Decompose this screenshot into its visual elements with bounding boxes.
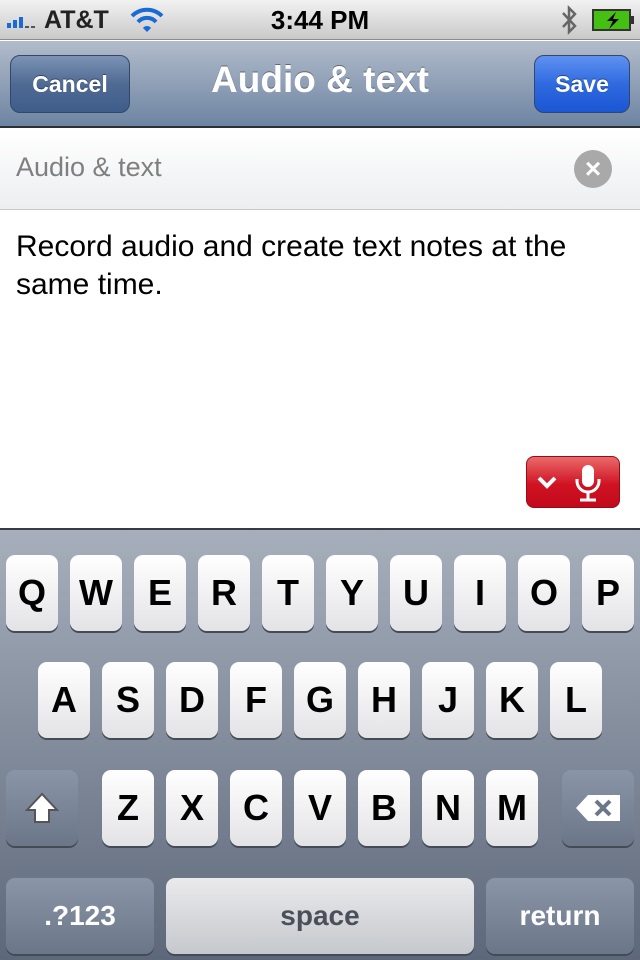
key-k[interactable]: K [486,662,538,738]
navigation-bar: Cancel Audio & text Save [0,41,640,128]
key-z[interactable]: Z [102,770,154,846]
shift-key[interactable] [6,770,78,846]
key-c[interactable]: C [230,770,282,846]
battery-charging-icon [592,9,634,31]
save-button[interactable]: Save [534,55,630,113]
wifi-icon [130,7,164,32]
key-p[interactable]: P [582,555,634,631]
numbers-key[interactable]: .?123 [6,878,154,954]
record-audio-button[interactable] [526,456,620,508]
key-y[interactable]: Y [326,555,378,631]
clear-icon[interactable]: × [574,150,612,188]
key-r[interactable]: R [198,555,250,631]
key-t[interactable]: T [262,555,314,631]
backspace-icon [576,795,620,821]
key-f[interactable]: F [230,662,282,738]
key-j[interactable]: J [422,662,474,738]
shift-icon [24,792,60,823]
status-bar: AT&T 3:44 PM [0,0,640,40]
key-q[interactable]: Q [6,555,58,631]
signal-icon [7,14,35,28]
title-field[interactable]: Audio & text × [0,130,640,210]
key-w[interactable]: W [70,555,122,631]
key-o[interactable]: O [518,555,570,631]
note-body-textarea[interactable]: Record audio and create text notes at th… [16,228,616,304]
key-u[interactable]: U [390,555,442,631]
key-e[interactable]: E [134,555,186,631]
key-v[interactable]: V [294,770,346,846]
delete-key[interactable] [562,770,634,846]
key-x[interactable]: X [166,770,218,846]
title-input[interactable]: Audio & text [16,152,162,183]
key-m[interactable]: M [486,770,538,846]
carrier: AT&T [44,6,109,34]
key-a[interactable]: A [38,662,90,738]
key-l[interactable]: L [550,662,602,738]
key-i[interactable]: I [454,555,506,631]
microphone-icon [575,465,601,502]
key-h[interactable]: H [358,662,410,738]
keyboard: Q W E R T Y U I O P A S D F G H J K L Z X C V B N M .?123 space retu… [0,528,640,960]
key-g[interactable]: G [294,662,346,738]
return-key[interactable]: return [486,878,634,954]
chevron-down-icon [537,476,557,489]
key-b[interactable]: B [358,770,410,846]
space-key[interactable]: space [166,878,474,954]
bluetooth-icon [562,4,577,36]
key-s[interactable]: S [102,662,154,738]
key-n[interactable]: N [422,770,474,846]
key-d[interactable]: D [166,662,218,738]
